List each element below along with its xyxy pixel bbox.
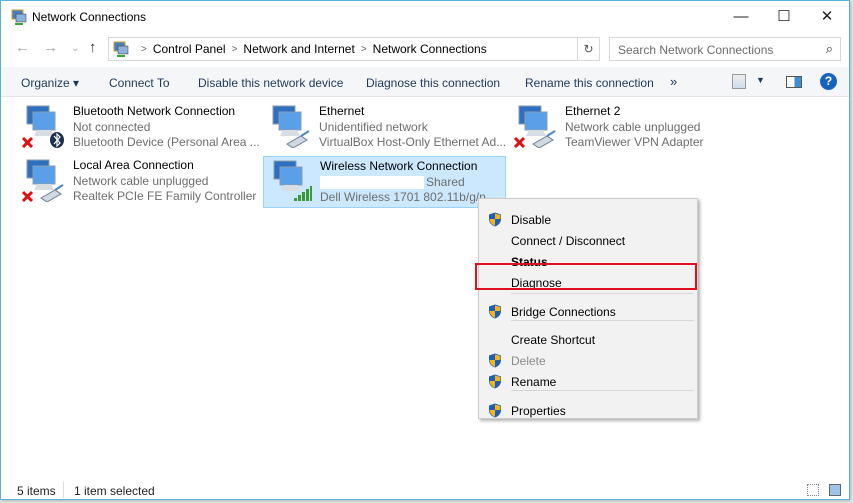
error-x-icon xyxy=(21,136,34,148)
control-panel-icon xyxy=(113,41,129,57)
help-icon[interactable]: ? xyxy=(820,73,837,90)
error-x-icon xyxy=(513,136,526,148)
chevron-right-icon: > xyxy=(231,43,238,55)
network-connections-icon xyxy=(11,9,27,25)
context-menu: Disable Connect / Disconnect Status Diagnos… xyxy=(478,198,698,419)
connection-name: Bluetooth Network Connection xyxy=(73,104,236,118)
menu-item-bridge-connections[interactable]: Bridge Connections xyxy=(511,305,616,319)
device-name: VirtualBox Host-Only Ethernet Ad... xyxy=(319,135,507,149)
error-x-icon xyxy=(21,190,34,202)
network-adapter-icon xyxy=(21,159,64,202)
more-commands-button[interactable]: » xyxy=(670,74,677,89)
menu-item-connect-disconnect[interactable]: Connect / Disconnect xyxy=(511,234,625,248)
address-bar[interactable]: > Control Panel > Network and Internet >… xyxy=(108,37,578,61)
disable-device-button[interactable]: Disable this network device xyxy=(198,76,343,90)
search-placeholder: Search Network Connections xyxy=(618,43,774,57)
connection-status: Network cable unplugged xyxy=(565,120,704,136)
menu-item-delete[interactable]: Delete xyxy=(511,354,546,368)
view-dropdown-icon[interactable]: ▼ xyxy=(756,75,765,85)
back-arrow-icon[interactable]: ← xyxy=(15,39,30,56)
window-title: Network Connections xyxy=(32,10,147,24)
connect-to-button[interactable]: Connect To xyxy=(109,76,170,90)
item-count: 5 items xyxy=(17,484,56,498)
connection-status: Network cable unplugged xyxy=(73,174,256,190)
large-icons-view-icon[interactable] xyxy=(829,484,841,496)
connection-name: Wireless Network Connection xyxy=(320,159,478,173)
connection-name: Local Area Connection xyxy=(73,158,194,172)
status-text: Unidentified network xyxy=(319,119,428,134)
change-view-icon[interactable] xyxy=(732,74,746,89)
network-connections-window: Network Connections — ☐ ✕ ← → ⌄ ↑ > Cont… xyxy=(0,0,850,500)
connection-name: Ethernet xyxy=(319,104,365,118)
network-adapter-icon xyxy=(21,105,64,148)
connection-item[interactable]: Local Area Connection Network cable unpl… xyxy=(17,156,260,208)
status-text: Shared xyxy=(426,174,465,189)
menu-item-properties[interactable]: Properties xyxy=(511,404,566,418)
uac-shield-icon xyxy=(489,304,501,319)
command-toolbar: Organize ▾ Connect To Disable this netwo… xyxy=(1,67,849,97)
uac-shield-icon xyxy=(489,403,501,418)
menu-item-rename[interactable]: Rename xyxy=(511,375,556,389)
connection-item[interactable]: Wireless Network Connection Shared Dell … xyxy=(263,156,506,208)
connection-item[interactable]: Ethernet 2 Network cable unplugged TeamV… xyxy=(509,102,752,154)
refresh-button[interactable]: ↻ xyxy=(578,37,600,61)
connection-status: Not connected xyxy=(73,120,260,136)
bluetooth-icon xyxy=(50,132,64,148)
maximize-button[interactable]: ☐ xyxy=(769,5,799,27)
chevron-right-icon: > xyxy=(141,43,147,55)
connection-item[interactable]: Bluetooth Network Connection Not connect… xyxy=(17,102,260,154)
status-divider xyxy=(63,482,64,498)
device-name: Dell Wireless 1701 802.11b/g/n xyxy=(320,190,486,204)
minimize-button[interactable]: — xyxy=(726,5,756,27)
menu-item-create-shortcut[interactable]: Create Shortcut xyxy=(511,333,595,347)
menu-separator xyxy=(511,293,694,294)
selection-count: 1 item selected xyxy=(74,484,155,498)
forward-arrow-icon[interactable]: → xyxy=(43,39,58,56)
search-icon: ⌕ xyxy=(825,41,833,56)
device-name: Bluetooth Device (Personal Area ... xyxy=(73,135,260,149)
breadcrumb-control-panel[interactable]: Control Panel xyxy=(153,42,226,56)
breadcrumb-network-and-internet[interactable]: Network and Internet xyxy=(243,42,354,56)
device-name: TeamViewer VPN Adapter xyxy=(565,135,704,149)
preview-pane-icon[interactable] xyxy=(786,76,802,88)
uac-shield-icon xyxy=(489,374,501,389)
rename-connection-button[interactable]: Rename this connection xyxy=(525,76,654,90)
uac-shield-icon xyxy=(489,212,501,227)
chevron-right-icon: > xyxy=(360,43,367,55)
recent-chevron-icon[interactable]: ⌄ xyxy=(71,43,79,54)
network-adapter-icon xyxy=(513,105,556,148)
status-text: Not connected xyxy=(73,119,151,134)
device-name: Realtek PCIe FE Family Controller xyxy=(73,189,257,203)
up-arrow-icon[interactable]: ↑ xyxy=(89,39,97,56)
menu-separator xyxy=(511,320,694,321)
connection-status: Shared xyxy=(320,175,486,191)
search-input[interactable]: Search Network Connections ⌕ xyxy=(609,37,841,61)
breadcrumb-network-connections[interactable]: Network Connections xyxy=(373,42,487,56)
organize-button[interactable]: Organize ▾ xyxy=(21,76,79,90)
connection-status: Unidentified network xyxy=(319,120,506,136)
connection-name: Ethernet 2 xyxy=(565,104,621,118)
diagnose-highlight-box xyxy=(475,263,697,290)
menu-separator xyxy=(511,390,694,391)
uac-shield-icon xyxy=(489,353,501,368)
network-adapter-icon xyxy=(273,160,312,201)
close-button[interactable]: ✕ xyxy=(812,5,842,27)
details-view-icon[interactable] xyxy=(807,484,819,496)
redacted-network-name xyxy=(320,176,424,189)
connection-item[interactable]: Ethernet Unidentified network VirtualBox… xyxy=(263,102,506,154)
diagnose-connection-button[interactable]: Diagnose this connection xyxy=(366,76,500,90)
status-text: Network cable unplugged xyxy=(73,173,209,188)
menu-item-disable[interactable]: Disable xyxy=(511,213,551,227)
network-adapter-icon xyxy=(272,105,310,148)
status-text: Network cable unplugged xyxy=(565,119,701,134)
